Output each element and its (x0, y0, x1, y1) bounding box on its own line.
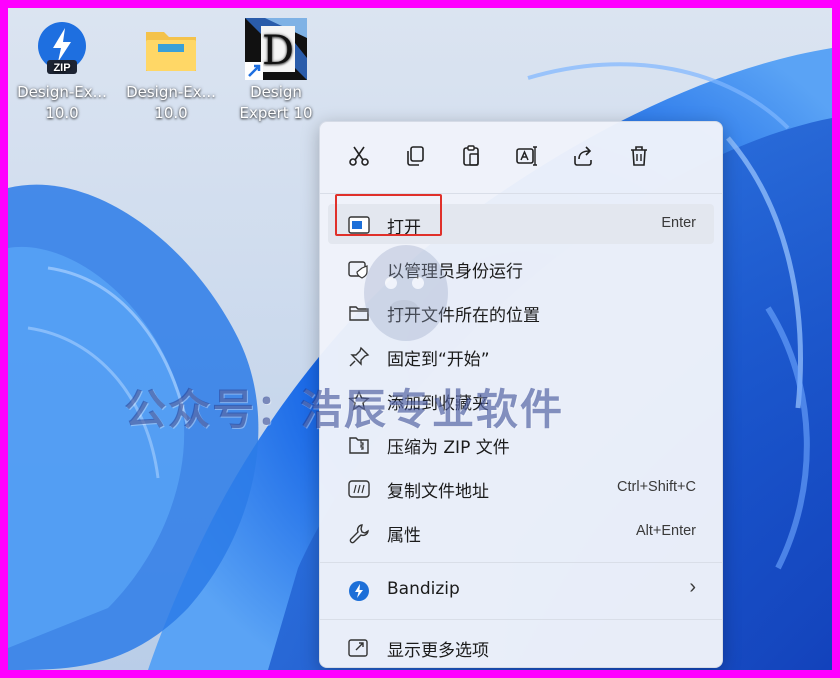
paste-icon (463, 145, 479, 166)
desktop-icon-label: 10.0 (45, 104, 79, 122)
divider (320, 619, 722, 620)
trash-icon (631, 146, 647, 166)
menu-item-properties[interactable]: 属性 Alt+Enter (328, 512, 714, 552)
chevron-right-icon: › (689, 576, 696, 598)
cut-button[interactable] (342, 139, 376, 173)
desktop-icon-label: 10.0 (154, 104, 188, 122)
scissors-icon (349, 146, 369, 166)
bandizip-icon (348, 580, 370, 602)
more-options-icon (348, 637, 370, 659)
copy-button[interactable] (398, 139, 432, 173)
desktop-icon-folder[interactable]: Design-Ex... 10.0 (121, 18, 221, 124)
desktop-icon-label: Design (250, 83, 302, 101)
menu-item-copy-path[interactable]: 复制文件地址 Ctrl+Shift+C (328, 468, 714, 508)
rename-button[interactable] (510, 139, 544, 173)
desktop-icon-label: Expert 10 (239, 104, 313, 122)
menu-item-shortcut: Alt+Enter (635, 523, 696, 539)
zip-archive-icon: ZIP (31, 18, 93, 80)
wrench-icon (348, 522, 370, 544)
divider (320, 562, 722, 563)
menu-item-bandizip[interactable]: Bandizip › (328, 570, 714, 610)
menu-item-label: Bandizip (387, 579, 460, 599)
desktop-icon-zip[interactable]: ZIP Design-Ex... 10.0 (12, 18, 112, 124)
zip-badge-text: ZIP (53, 62, 70, 74)
paste-button[interactable] (454, 139, 488, 173)
desktop-icon-design-expert[interactable]: D Design Expert 10 (226, 18, 326, 124)
pin-icon (348, 346, 370, 368)
delete-button[interactable] (622, 139, 656, 173)
rename-icon (516, 146, 537, 166)
open-highlight-box (335, 194, 442, 236)
desktop-icon-label: Design-Ex... (126, 83, 216, 101)
menu-item-shortcut: Enter (661, 215, 696, 231)
share-button[interactable] (566, 139, 600, 173)
desktop-icon-label: Design-Ex... (17, 83, 107, 101)
desktop-screen: ZIP Design-Ex... 10.0 Design-Ex... 10.0 … (8, 8, 832, 670)
menu-item-label: 显示更多选项 (387, 641, 489, 661)
copy-icon (407, 146, 424, 166)
design-expert-glyph: D (262, 28, 294, 74)
menu-item-label: 复制文件地址 (387, 482, 489, 502)
share-icon (574, 146, 592, 166)
mascot-watermark-icon (364, 245, 448, 341)
watermark-text: 公众号：浩辰专业软件 (124, 385, 565, 434)
context-menu-toolbar (320, 122, 722, 182)
menu-item-shortcut: Ctrl+Shift+C (617, 479, 696, 495)
design-expert-app-icon: D (245, 18, 307, 80)
zip-folder-icon (348, 434, 370, 456)
menu-item-show-more-options[interactable]: 显示更多选项 (328, 627, 714, 667)
path-icon (348, 478, 370, 500)
menu-item-label: 固定到“开始” (387, 350, 490, 370)
folder-icon (140, 18, 202, 80)
menu-item-label: 属性 (387, 526, 421, 546)
